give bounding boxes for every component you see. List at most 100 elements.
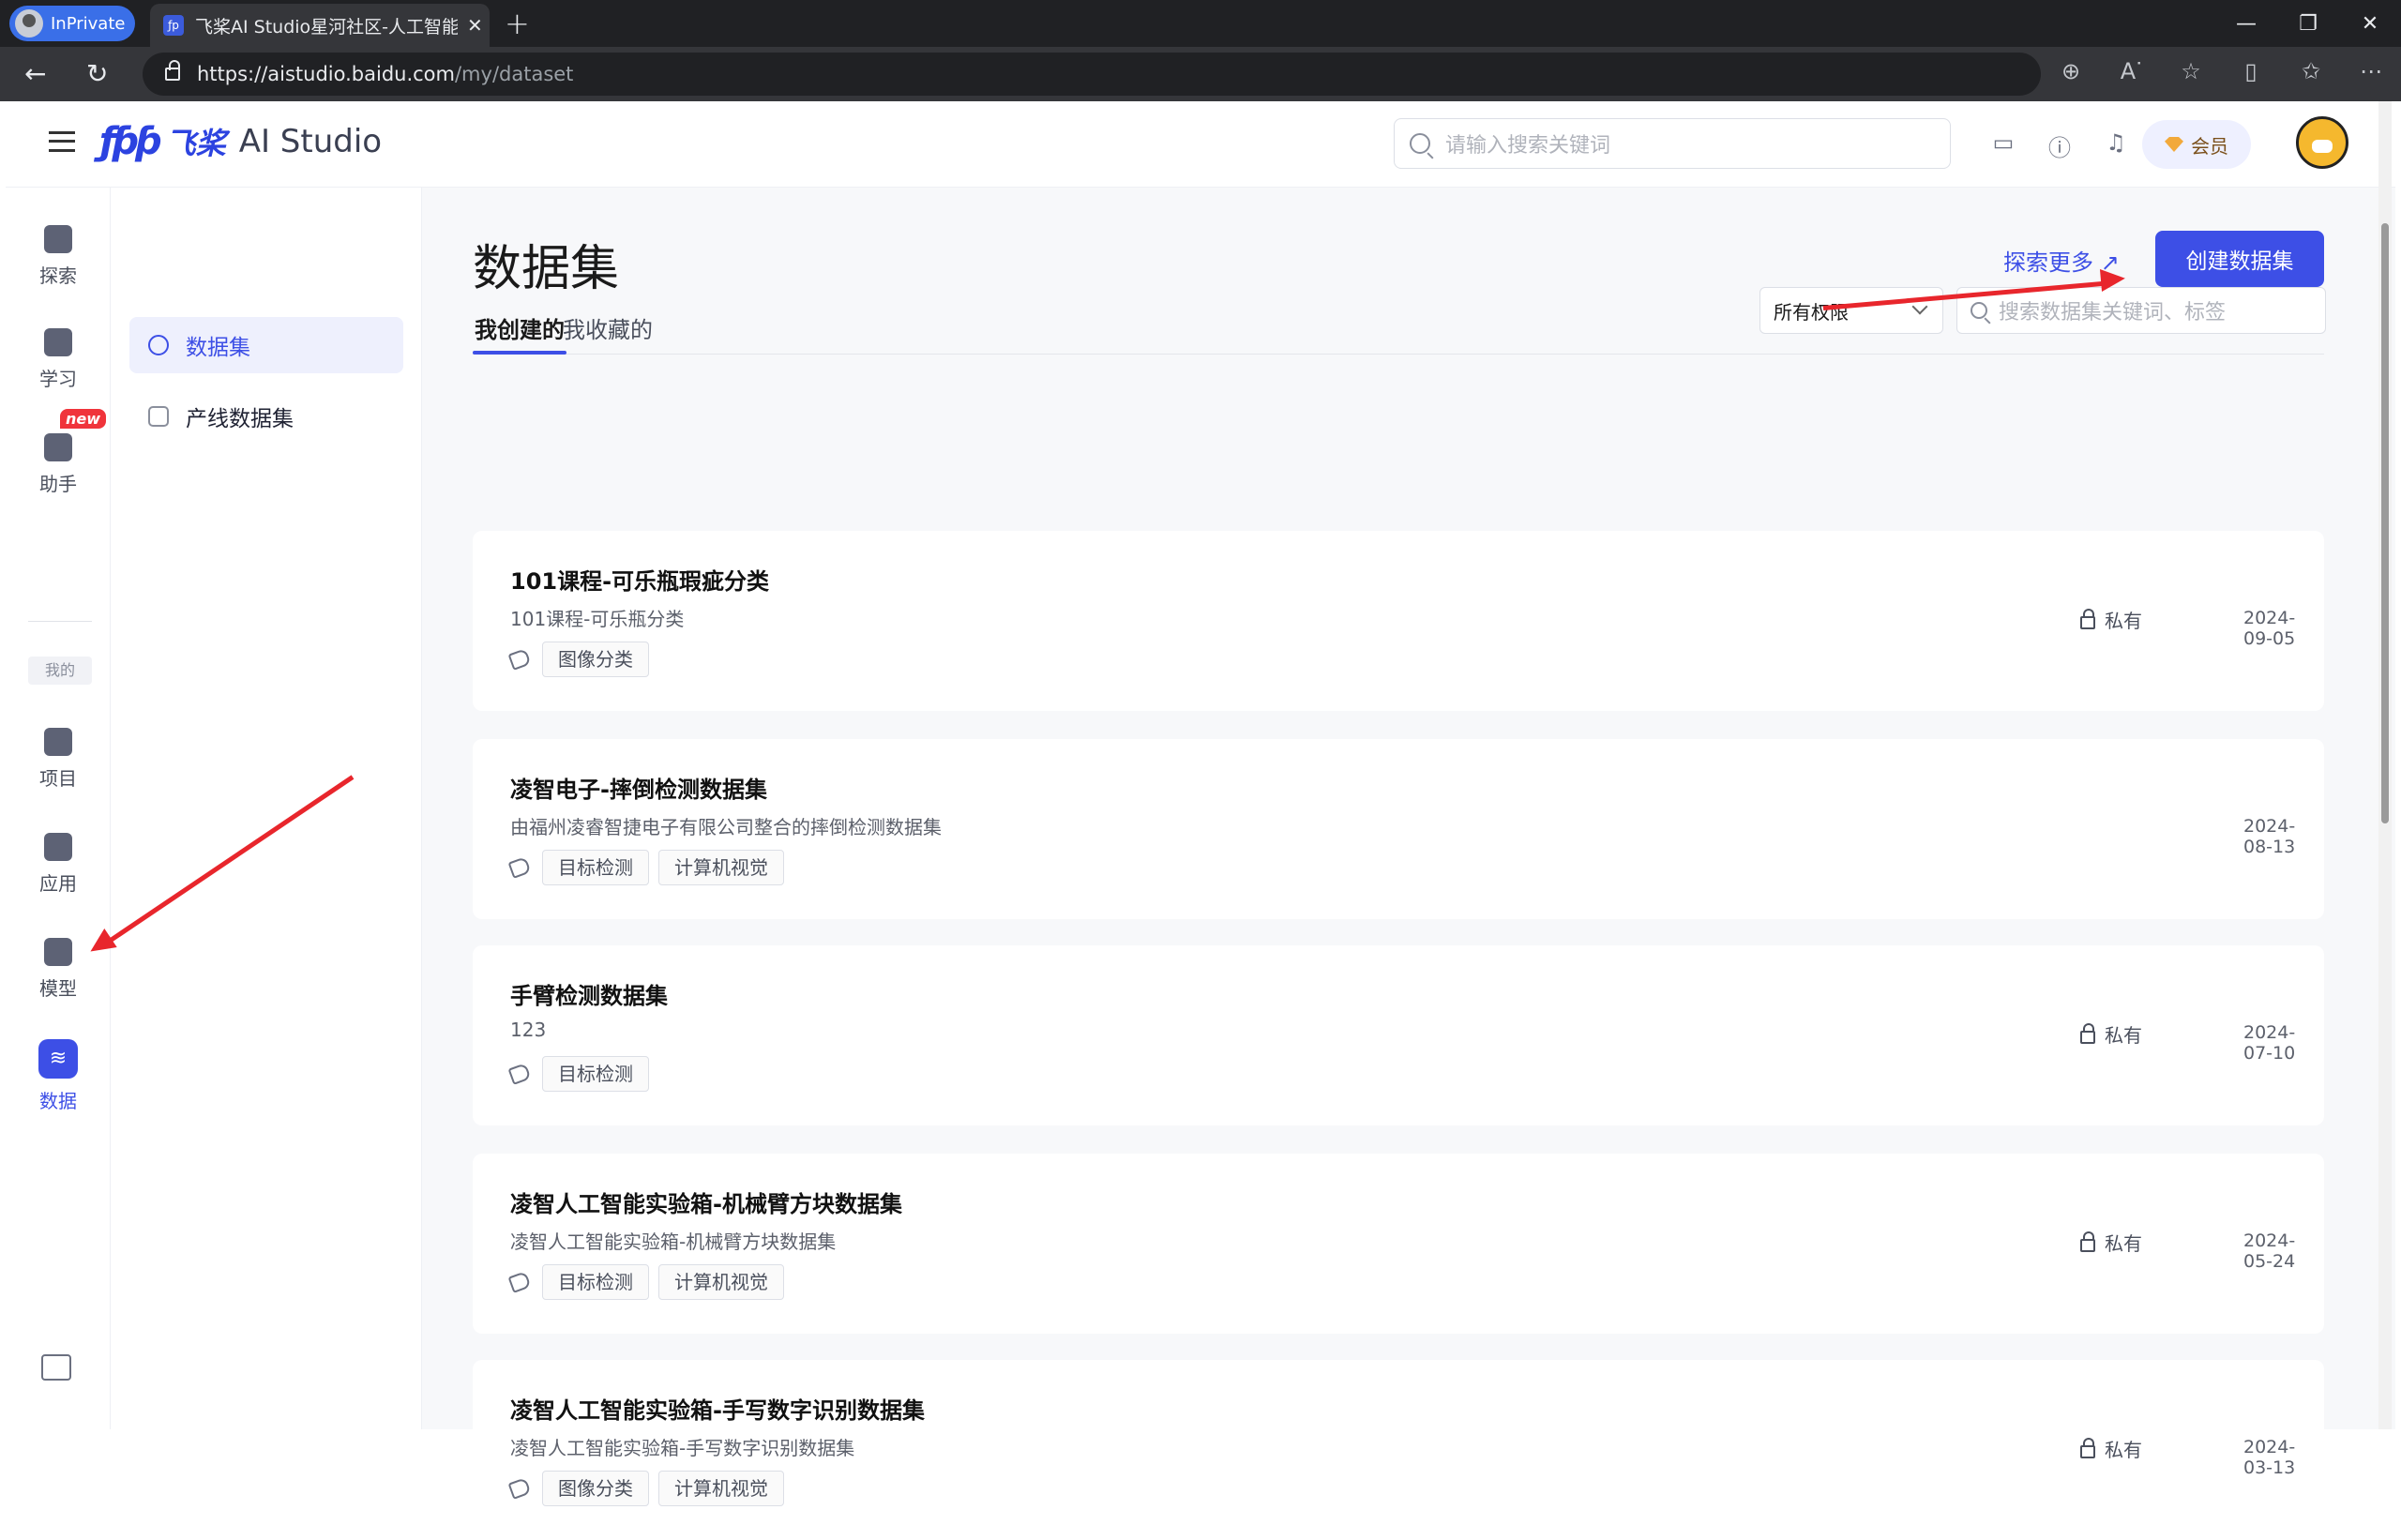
dataset-search-input[interactable]: 搜索数据集关键词、标签 xyxy=(1956,287,2326,334)
monitor-icon[interactable]: ▭ xyxy=(1975,129,2031,162)
dataset-name[interactable]: 凌智人工智能实验箱-机械臂方块数据集 xyxy=(510,1185,902,1218)
browser-tab-active[interactable]: ƒp 飞桨AI Studio星河社区-人工智能 ✕ xyxy=(150,4,490,47)
tag[interactable]: 目标检测 xyxy=(542,1264,649,1300)
scrollbar-thumb[interactable] xyxy=(2381,223,2389,823)
help-icon[interactable]: ⓘ xyxy=(2031,129,2088,162)
address-bar[interactable]: https://aistudio.baidu.com/my/dataset xyxy=(143,53,2041,96)
tag[interactable]: 目标检测 xyxy=(542,850,649,885)
vip-button[interactable]: 会员 xyxy=(2142,120,2251,169)
dataset-card[interactable]: 手臂检测数据集 123 目标检测 私有 2024-07-10 xyxy=(473,945,2324,1125)
new-tab-button[interactable]: + xyxy=(505,6,530,41)
tag[interactable]: 图像分类 xyxy=(542,642,649,677)
bell-icon[interactable]: ♫ xyxy=(2088,129,2144,162)
create-dataset-button[interactable]: 创建数据集 xyxy=(2155,231,2324,287)
chat-icon xyxy=(44,433,72,461)
back-arrow-icon[interactable]: ← xyxy=(24,58,46,89)
tag[interactable]: 计算机视觉 xyxy=(658,1264,784,1300)
rail-item-data[interactable]: ≋ 数据 xyxy=(6,1039,111,1113)
rail-item-explore[interactable]: 探索 xyxy=(6,225,111,288)
dataset-name[interactable]: 101课程-可乐瓶瑕疵分类 xyxy=(510,563,769,596)
read-aloud-icon[interactable]: Aᐝ xyxy=(2101,58,2161,84)
privacy-label: 私有 xyxy=(2105,1024,2142,1047)
dataset-date: 2024-07-10 xyxy=(2243,1022,2296,1064)
tag-icon xyxy=(507,856,532,879)
tag-row: 目标检测 计算机视觉 xyxy=(507,850,793,885)
more-menu-icon[interactable]: ⋯ xyxy=(2341,58,2401,84)
dataset-name[interactable]: 凌智人工智能实验箱-手写数字识别数据集 xyxy=(510,1392,925,1425)
hamburger-menu-icon[interactable] xyxy=(49,131,75,152)
permission-value: 所有权限 xyxy=(1774,300,1849,324)
window-controls: — ❐ ✕ xyxy=(2215,0,2401,47)
restore-button[interactable]: ❐ xyxy=(2277,0,2339,47)
site-logo[interactable]: ƒƥƥ 飞桨 AI Studio xyxy=(99,120,382,163)
rail-item-learn[interactable]: 学习 xyxy=(6,328,111,391)
logo-cn: 飞桨 xyxy=(165,126,226,161)
tab-close-icon[interactable]: ✕ xyxy=(467,14,483,37)
dataset-search-placeholder: 搜索数据集关键词、标签 xyxy=(1999,301,2227,325)
dataset-card[interactable]: 凌智电子-摔倒检测数据集 由福州凌睿智捷电子有限公司整合的摔倒检测数据集 目标检… xyxy=(473,739,2324,919)
feedback-icon[interactable] xyxy=(41,1354,71,1381)
minimize-button[interactable]: — xyxy=(2215,0,2277,47)
dataset-name[interactable]: 凌智电子-摔倒检测数据集 xyxy=(510,771,767,804)
dataset-card[interactable]: 101课程-可乐瓶瑕疵分类 101课程-可乐瓶分类 图像分类 私有 2024-0… xyxy=(473,531,2324,711)
page-scrollbar[interactable] xyxy=(2378,101,2392,1429)
rail-item-apps[interactable]: 应用 xyxy=(6,833,111,896)
close-window-button[interactable]: ✕ xyxy=(2339,0,2401,47)
apps-grid-icon xyxy=(44,833,72,861)
mine-section-label: 我的 xyxy=(28,657,92,685)
rail-label: 数据 xyxy=(39,1090,77,1112)
vip-label: 会员 xyxy=(2191,134,2228,158)
privacy-status: 私有 xyxy=(2080,606,2142,633)
privacy-label: 私有 xyxy=(2105,1439,2142,1461)
site-favicon-icon: ƒp xyxy=(163,15,184,36)
subnav-label: 产线数据集 xyxy=(186,407,294,431)
active-tab-underline xyxy=(473,351,566,355)
sub-navigation: 数据集 产线数据集 xyxy=(111,188,422,1429)
favorites-icon[interactable]: ✩ xyxy=(2281,58,2341,84)
lock-icon xyxy=(2080,1230,2095,1252)
subnav-item-datasets[interactable]: 数据集 xyxy=(129,317,403,373)
address-toolbar: ← ↻ https://aistudio.baidu.com/my/datase… xyxy=(0,47,2401,101)
tab-title: 飞桨AI Studio星河社区-人工智能 xyxy=(195,16,458,38)
browser-actions: ⊕ Aᐝ ☆ ▯ ✩ ⋯ xyxy=(2041,58,2401,84)
cube-icon xyxy=(44,938,72,966)
dataset-card[interactable]: 凌智人工智能实验箱-手写数字识别数据集 凌智人工智能实验箱-手写数字识别数据集 … xyxy=(473,1360,2324,1540)
tag-icon xyxy=(507,1063,532,1085)
tag[interactable]: 计算机视觉 xyxy=(658,850,784,885)
permission-select[interactable]: 所有权限 xyxy=(1759,287,1943,334)
inprivate-badge[interactable]: InPrivate xyxy=(9,6,135,41)
global-search-input[interactable]: 请输入搜索关键词 xyxy=(1394,118,1951,169)
dataset-desc: 由福州凌睿智捷电子有限公司整合的摔倒检测数据集 xyxy=(510,816,942,838)
logo-mark: ƒƥƥ xyxy=(99,120,162,163)
dataset-desc: 凌智人工智能实验箱-手写数字识别数据集 xyxy=(510,1437,855,1459)
tab-my-favorites[interactable]: 我收藏的 xyxy=(563,311,653,344)
refresh-icon[interactable]: ↻ xyxy=(86,58,108,89)
dataset-desc: 凌智人工智能实验箱-机械臂方块数据集 xyxy=(510,1230,837,1253)
tag[interactable]: 目标检测 xyxy=(542,1056,649,1092)
user-avatar[interactable] xyxy=(2296,116,2348,169)
lock-icon xyxy=(2080,1437,2095,1458)
search-icon xyxy=(1410,133,1430,154)
rail-item-projects[interactable]: 项目 xyxy=(6,728,111,791)
profile-avatar-icon xyxy=(15,9,43,38)
dataset-card[interactable]: 凌智人工智能实验箱-机械臂方块数据集 凌智人工智能实验箱-机械臂方块数据集 目标… xyxy=(473,1154,2324,1334)
browser-tab-strip: InPrivate ƒp 飞桨AI Studio星河社区-人工智能 ✕ + — … xyxy=(0,0,2401,47)
tag[interactable]: 图像分类 xyxy=(542,1471,649,1506)
favorite-star-icon[interactable]: ☆ xyxy=(2161,58,2221,84)
dataset-date: 2024-05-24 xyxy=(2243,1230,2296,1272)
dataset-name[interactable]: 手臂检测数据集 xyxy=(510,977,668,1010)
rail-item-assistant[interactable]: 助手 xyxy=(6,433,111,496)
search-icon xyxy=(1971,302,1987,319)
split-screen-icon[interactable]: ▯ xyxy=(2221,58,2281,84)
privacy-label: 私有 xyxy=(2105,1232,2142,1255)
tag-icon xyxy=(507,1477,532,1500)
subnav-item-pipeline-datasets[interactable]: 产线数据集 xyxy=(129,388,403,445)
database-icon: ≋ xyxy=(38,1039,78,1079)
tab-my-created[interactable]: 我创建的 xyxy=(475,311,565,344)
zoom-icon[interactable]: ⊕ xyxy=(2041,58,2101,84)
tag[interactable]: 计算机视觉 xyxy=(658,1471,784,1506)
privacy-status: 私有 xyxy=(2080,1020,2142,1048)
lock-icon xyxy=(2080,608,2095,629)
dataset-date: 2024-08-13 xyxy=(2243,816,2296,857)
left-rail: 探索 学习 new 助手 我的 项目 应用 模型 ≋ 数据 xyxy=(6,188,111,1429)
